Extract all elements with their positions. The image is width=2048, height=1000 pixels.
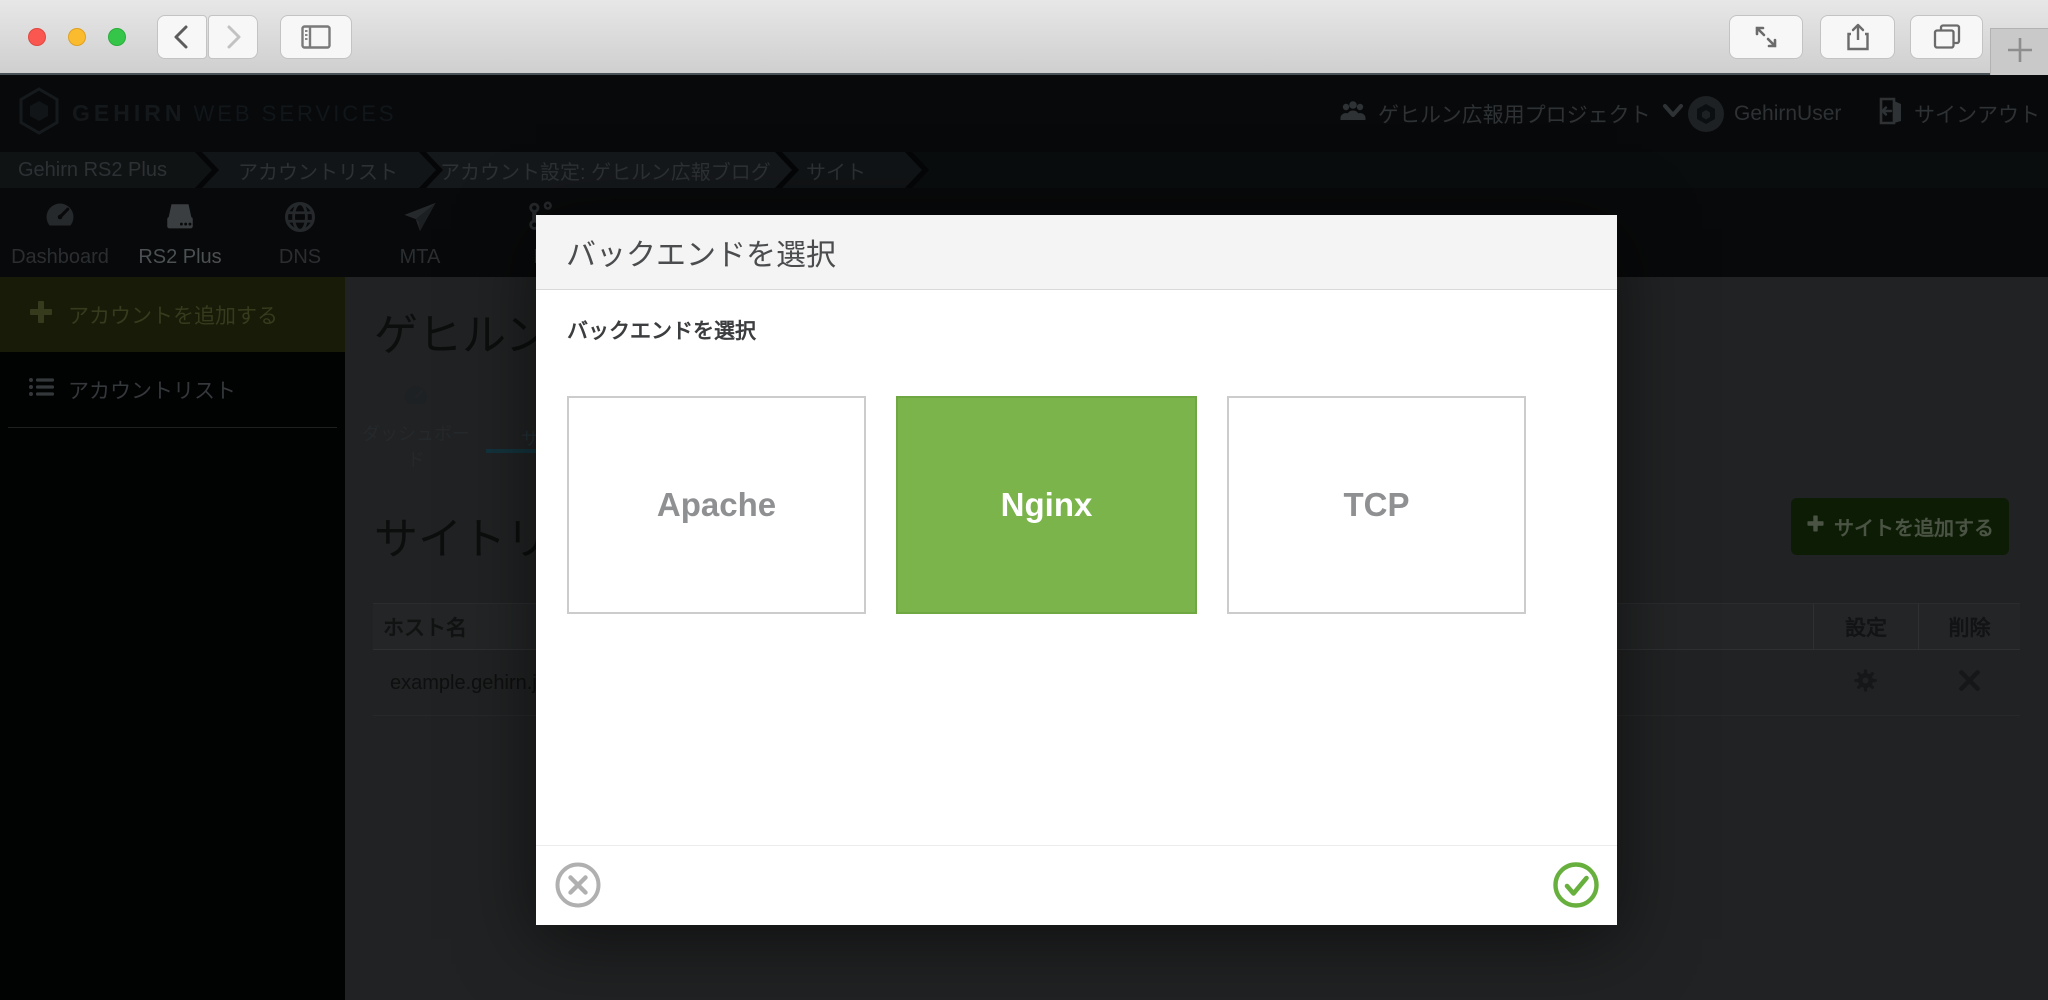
breadcrumb-item-account-settings[interactable]: アカウント設定: ゲヒルン広報ブログ: [420, 152, 792, 188]
chevron-right-icon: [222, 24, 244, 50]
sidebar-divider: [8, 427, 337, 428]
modal-header: バックエンドを選択: [536, 215, 1617, 290]
fullscreen-button[interactable]: [1729, 15, 1803, 59]
signout-button[interactable]: サインアウト: [1878, 75, 2040, 152]
circle-check-icon: [1553, 862, 1599, 911]
sidebar-toggle-button[interactable]: [280, 15, 352, 59]
fullscreen-arrows-icon: [1753, 24, 1779, 50]
modal-footer: [536, 845, 1617, 925]
nav-item-mta[interactable]: MTA: [360, 188, 480, 277]
gauge-icon: [401, 385, 431, 415]
tab-overview-button[interactable]: [1910, 15, 1983, 59]
nav-item-rs2plus[interactable]: RS2 Plus: [120, 188, 240, 277]
project-name: ゲヒルン広報用プロジェクト: [1378, 103, 1651, 127]
modal-title: バックエンドを選択: [566, 239, 836, 272]
plus-icon: [28, 299, 54, 331]
brand-suffix: WEB SERVICES: [193, 100, 397, 126]
backend-select-modal: バックエンドを選択 バックエンドを選択 Apache Nginx TCP: [536, 215, 1617, 925]
backend-option-nginx[interactable]: Nginx: [896, 396, 1197, 614]
window-close-button[interactable]: [28, 28, 46, 46]
brand-logo[interactable]: GEHIRN WEB SERVICES: [18, 86, 397, 140]
breadcrumb-item-account-list[interactable]: アカウントリスト: [196, 152, 436, 188]
add-site-button[interactable]: サイトを追加する: [1791, 498, 2009, 555]
column-settings: 設定: [1813, 604, 1918, 649]
chevron-down-icon: [1661, 102, 1685, 126]
confirm-button[interactable]: [1553, 862, 1599, 908]
new-tab-button[interactable]: [1990, 28, 2048, 75]
signout-door-icon: [1878, 97, 1904, 131]
user-menu[interactable]: GehirnUser: [1688, 75, 1841, 152]
window-titlebar: [0, 0, 2048, 75]
page-title: ゲヒルン: [374, 311, 550, 360]
nav-item-dashboard[interactable]: Dashboard: [0, 188, 120, 277]
tabs-overlap-icon: [1933, 24, 1961, 50]
server-icon: [161, 200, 199, 240]
host-cell: example.gehirn.jp: [390, 671, 548, 694]
circle-x-icon: [555, 862, 601, 911]
cross-icon: [1957, 668, 1982, 698]
gear-icon: [1852, 667, 1879, 699]
row-delete-button[interactable]: [1918, 650, 2020, 716]
chevron-left-icon: [171, 24, 193, 50]
browser-back-button[interactable]: [157, 15, 207, 59]
list-icon: [28, 375, 54, 405]
window-zoom-button[interactable]: [108, 28, 126, 46]
breadcrumb: サイト アカウント設定: ゲヒルン広報ブログ アカウントリスト Gehirn R…: [0, 152, 2048, 188]
globe-icon: [282, 200, 318, 240]
brand-name: GEHIRN: [72, 99, 186, 126]
sidebar: アカウントを追加する アカウントリスト: [0, 277, 345, 1000]
share-button[interactable]: [1820, 15, 1895, 59]
user-name: GehirnUser: [1734, 101, 1842, 125]
gauge-icon: [42, 200, 78, 240]
paper-plane-icon: [401, 200, 439, 240]
avatar: [1688, 95, 1724, 132]
plus-icon: [2005, 35, 2035, 70]
plus-icon: [1806, 514, 1825, 539]
group-icon: [1338, 99, 1368, 129]
backend-option-apache[interactable]: Apache: [567, 396, 866, 614]
gehirn-hexagon-icon: [18, 86, 60, 140]
cancel-button[interactable]: [555, 862, 601, 908]
backend-select-label: バックエンドを選択: [567, 320, 756, 343]
section-title: サイトリ: [374, 515, 550, 564]
signout-label: サインアウト: [1914, 103, 2040, 127]
project-switcher[interactable]: ゲヒルン広報用プロジェクト: [1338, 75, 1685, 152]
tab-dashboard[interactable]: ダッシュボード: [356, 383, 476, 472]
sidebar-panel-icon: [301, 25, 331, 49]
nav-item-dns[interactable]: DNS: [240, 188, 360, 277]
share-icon: [1846, 23, 1870, 51]
backend-option-tcp[interactable]: TCP: [1227, 396, 1526, 614]
row-settings-button[interactable]: [1813, 650, 1918, 716]
breadcrumb-item-rs2plus[interactable]: Gehirn RS2 Plus: [0, 152, 212, 188]
column-delete: 削除: [1918, 604, 2020, 649]
sidebar-account-list[interactable]: アカウントリスト: [0, 352, 345, 427]
window-minimize-button[interactable]: [68, 28, 86, 46]
browser-forward-button[interactable]: [208, 15, 258, 59]
column-host: ホスト名: [383, 616, 467, 640]
app-header: GEHIRN WEB SERVICES ゲヒルン広報用プロジェクト GehirnU…: [0, 75, 2048, 152]
sidebar-add-account[interactable]: アカウントを追加する: [0, 277, 345, 352]
